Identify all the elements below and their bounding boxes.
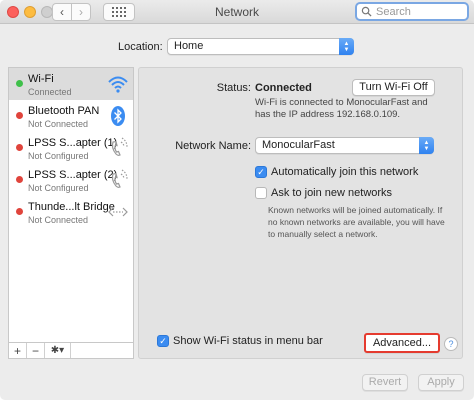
help-button[interactable]: ? [444, 337, 458, 351]
updown-chevron-icon: ▲ ▼ [339, 38, 354, 55]
checkmark-icon: ✓ [255, 166, 267, 178]
service-list: Wi-Fi Connected Bluetooth PAN Not Connec… [8, 67, 134, 343]
status-value: Connected [255, 82, 312, 94]
network-name-label: Network Name: [175, 140, 251, 152]
ask-to-join-description: Known networks will be joined automatica… [268, 205, 445, 239]
add-service-button[interactable]: + [9, 343, 27, 358]
thunderbolt-bridge-icon [108, 207, 128, 217]
service-item-lpss-1[interactable]: LPSS S...apter (1) Not Configured [9, 132, 133, 164]
revert-button[interactable]: Revert [362, 374, 408, 391]
turn-wifi-off-button[interactable]: Turn Wi-Fi Off [352, 79, 435, 96]
checkbox-empty-icon [255, 187, 267, 199]
search-icon [361, 6, 372, 17]
location-select[interactable]: Home ▲ ▼ [167, 38, 354, 55]
updown-chevron-icon: ▲ ▼ [419, 137, 434, 154]
status-dot [16, 208, 23, 215]
wifi-icon [108, 76, 128, 93]
show-wifi-status-checkbox[interactable]: ✓ Show Wi-Fi status in menu bar [157, 335, 323, 347]
service-item-bluetooth-pan[interactable]: Bluetooth PAN Not Connected [9, 100, 133, 132]
service-name: LPSS S...apter (2) [28, 169, 118, 181]
bluetooth-icon [111, 106, 125, 126]
service-name: Wi-Fi [28, 73, 54, 85]
status-dot [16, 144, 23, 151]
ask-to-join-label: Ask to join new networks [271, 187, 393, 199]
network-name-select[interactable]: MonocularFast ▲ ▼ [255, 137, 434, 154]
status-dot [16, 112, 23, 119]
service-item-lpss-2[interactable]: LPSS S...apter (2) Not Configured [9, 164, 133, 196]
status-description: Wi-Fi is connected to MonocularFast and … [255, 97, 428, 120]
status-dot [16, 80, 23, 87]
network-preferences-window: ‹ › Network Location: Home ▲▼ Wi-Fi Conn… [0, 0, 474, 400]
phone-icon [111, 169, 128, 188]
service-list-toolbar: + − ✱▾ [8, 343, 134, 359]
search-input[interactable] [376, 5, 466, 18]
action-menu-button[interactable]: ✱▾ [45, 343, 71, 358]
search-field[interactable] [355, 2, 469, 21]
checkmark-icon: ✓ [157, 335, 169, 347]
network-name-value: MonocularFast [262, 139, 335, 151]
service-status: Connected [28, 87, 72, 97]
status-dot [16, 176, 23, 183]
apply-button[interactable]: Apply [418, 374, 464, 391]
phone-icon [111, 137, 128, 156]
status-label: Status: [216, 82, 251, 94]
service-status: Not Connected [28, 119, 89, 129]
service-name: Thunde...lt Bridge [28, 201, 115, 213]
service-status: Not Configured [28, 183, 89, 193]
service-item-thunderbolt-bridge[interactable]: Thunde...lt Bridge Not Connected [9, 196, 133, 228]
ask-to-join-checkbox[interactable]: Ask to join new networks [255, 187, 392, 199]
title-bar: ‹ › Network [0, 0, 474, 24]
remove-service-button[interactable]: − [27, 343, 45, 358]
show-wifi-status-label: Show Wi-Fi status in menu bar [173, 335, 323, 347]
service-item-wifi[interactable]: Wi-Fi Connected [9, 68, 133, 100]
service-name: LPSS S...apter (1) [28, 137, 118, 149]
location-value: Home [174, 40, 204, 52]
service-status: Not Connected [28, 215, 89, 225]
advanced-button[interactable]: Advanced... [364, 333, 440, 353]
auto-join-checkbox[interactable]: ✓ Automatically join this network [255, 166, 418, 178]
service-name: Bluetooth PAN [28, 105, 100, 117]
service-status: Not Configured [28, 151, 89, 161]
location-label: Location: [118, 41, 163, 53]
auto-join-label: Automatically join this network [271, 166, 419, 178]
